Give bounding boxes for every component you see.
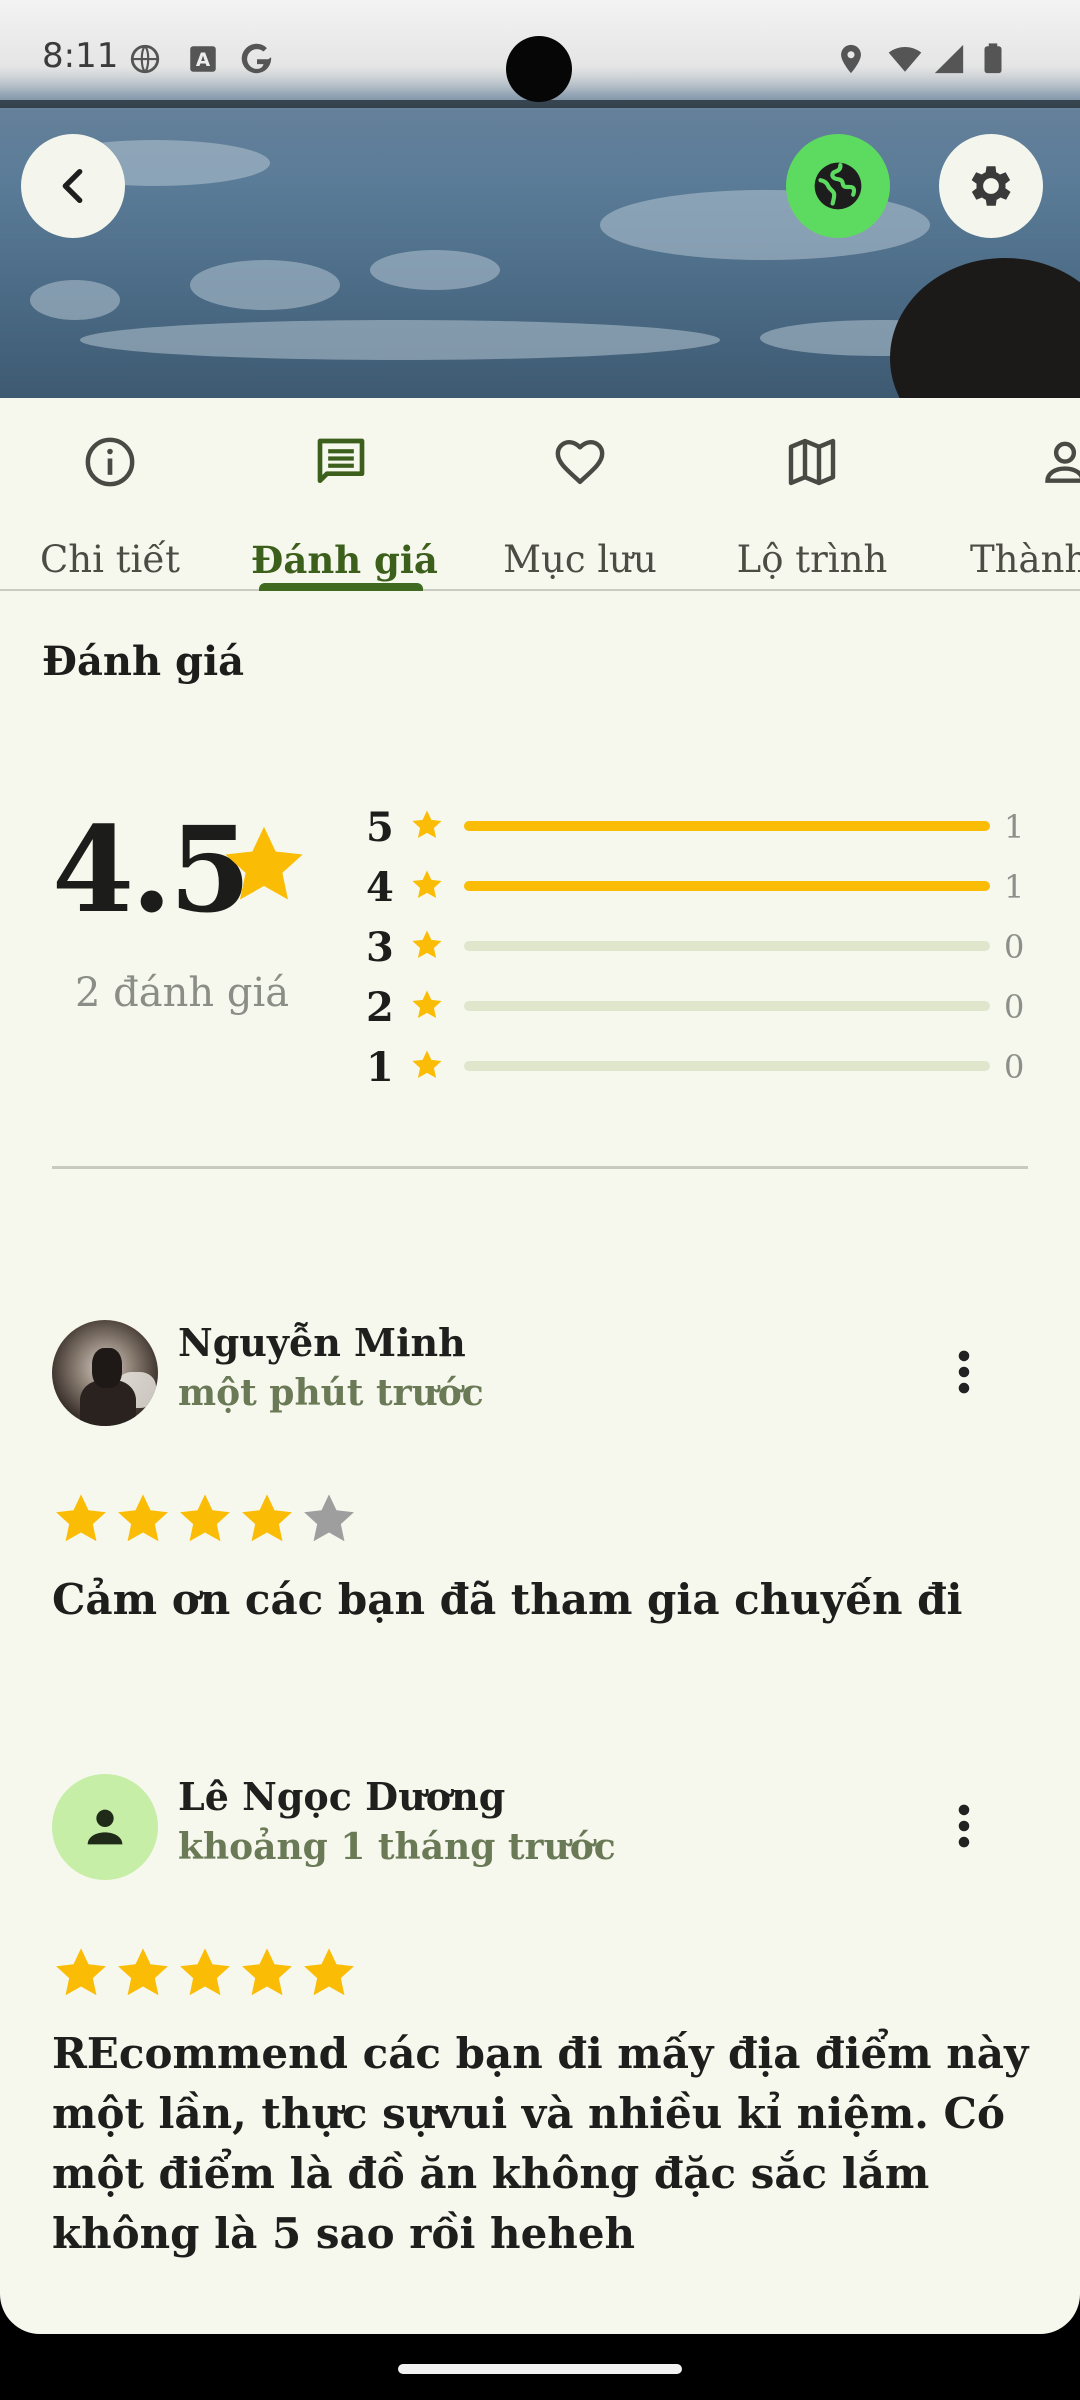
rating-bar-track [464, 941, 990, 951]
rating-row-stars: 2 [366, 984, 394, 1031]
rating-row-count: 0 [1004, 1048, 1025, 1086]
rating-row-stars: 3 [366, 924, 394, 971]
tab-reviews[interactable]: Đánh giá [251, 434, 438, 584]
tab-label: Mục lưu [503, 538, 657, 581]
rating-bar-track [464, 1001, 990, 1011]
section-title: Đánh giá [42, 638, 245, 685]
settings-button[interactable] [939, 134, 1043, 238]
rating-row-4: 41 [366, 864, 1026, 911]
status-time: 8:11 [42, 36, 119, 76]
reviewer-name: Nguyễn Minh [178, 1320, 466, 1365]
rating-row-3: 30 [366, 924, 1026, 971]
tab-saved[interactable]: Mục lưu [490, 434, 670, 584]
globe-status-icon [130, 44, 160, 74]
wifi-icon [888, 46, 922, 72]
tab-members[interactable]: Thành [970, 434, 1080, 584]
person-icon [87, 1809, 123, 1845]
tab-label: Thành [970, 538, 1080, 581]
star-empty-icon [304, 1494, 354, 1542]
person-icon [1045, 441, 1080, 483]
review-time: một phút trước [178, 1372, 484, 1414]
star-icon [412, 810, 442, 839]
review-text: REcommend các bạn đi mấy địa điểm này mộ… [52, 2029, 1029, 2258]
rating-row-2: 20 [366, 984, 1026, 1031]
avatar[interactable] [52, 1320, 158, 1426]
chevron-left-icon [62, 168, 83, 204]
rating-row-count: 0 [1004, 988, 1025, 1026]
tab-label: Đánh giá [251, 538, 438, 582]
tab-label: Chi tiết [39, 538, 181, 581]
rating-row-count: 1 [1004, 868, 1025, 906]
back-button[interactable] [21, 134, 125, 238]
location-icon [841, 44, 861, 74]
rating-bar-fill [464, 821, 990, 831]
status-bar: 8:11 A [0, 0, 1080, 120]
tab-itinerary[interactable]: Lộ trình [722, 434, 902, 584]
front-camera [506, 36, 572, 102]
rating-row-stars: 4 [366, 864, 394, 911]
rating-row-stars: 5 [366, 804, 394, 851]
review-menu-button[interactable] [944, 1342, 984, 1402]
rating-bar-track [464, 881, 990, 891]
comment-icon [317, 438, 365, 483]
tab-bar: Chi tiết Đánh giá Mục lưu Lộ trình Thành [0, 398, 1080, 591]
more-vert-icon [958, 1804, 970, 1848]
globe-icon [814, 162, 862, 210]
star-icon [412, 870, 442, 899]
star-filled-icon [180, 1494, 230, 1542]
svg-text:A: A [196, 50, 211, 71]
star-filled-icon [56, 1948, 106, 1996]
tab-label: Lộ trình [736, 538, 888, 581]
reviewer-name: Lê Ngọc Dương [178, 1774, 506, 1819]
star-filled-icon [118, 1494, 168, 1542]
rating-row-5: 51 [366, 804, 1026, 851]
star-filled-icon [118, 1948, 168, 1996]
star-filled-icon [56, 1494, 106, 1542]
review-stars [52, 1944, 392, 2006]
google-g-icon [241, 43, 272, 74]
rating-row-stars: 1 [366, 1044, 394, 1091]
rating-bar-track [464, 821, 990, 831]
review-count: 2 đánh giá [75, 970, 290, 1016]
review-stars [52, 1490, 392, 1552]
review-text: Cảm ơn các bạn đã tham gia chuyến đi [52, 1575, 963, 1624]
star-icon [412, 930, 442, 959]
app-screen: 8:11 A Chi tiết Đánh giá Mục lưu Lộ trìn… [0, 0, 1080, 2334]
keyboard-a-icon: A [190, 46, 216, 72]
signal-icon [934, 44, 964, 74]
gear-icon [971, 166, 1011, 206]
star-filled-icon [242, 1948, 292, 1996]
tab-details[interactable]: Chi tiết [30, 434, 190, 584]
map-icon [788, 438, 836, 486]
rating-row-1: 10 [366, 1044, 1026, 1091]
battery-icon [984, 43, 1002, 74]
review-menu-button[interactable] [944, 1796, 984, 1856]
public-visibility-button[interactable] [786, 134, 890, 238]
star-icon [412, 990, 442, 1019]
home-indicator[interactable] [398, 2364, 682, 2374]
star-icon [412, 1050, 442, 1079]
divider [52, 1166, 1028, 1169]
star-filled-icon [304, 1948, 354, 1996]
review-time: khoảng 1 tháng trước [178, 1826, 616, 1868]
rating-row-count: 1 [1004, 808, 1025, 846]
heart-icon [555, 439, 605, 485]
more-vert-icon [958, 1350, 970, 1394]
info-icon [85, 437, 135, 487]
rating-bar-track [464, 1061, 990, 1071]
active-tab-indicator [259, 583, 423, 591]
star-icon [225, 826, 303, 900]
rating-bar-fill [464, 881, 990, 891]
star-filled-icon [242, 1494, 292, 1542]
rating-row-count: 0 [1004, 928, 1025, 966]
star-filled-icon [180, 1948, 230, 1996]
avatar[interactable] [52, 1774, 158, 1880]
